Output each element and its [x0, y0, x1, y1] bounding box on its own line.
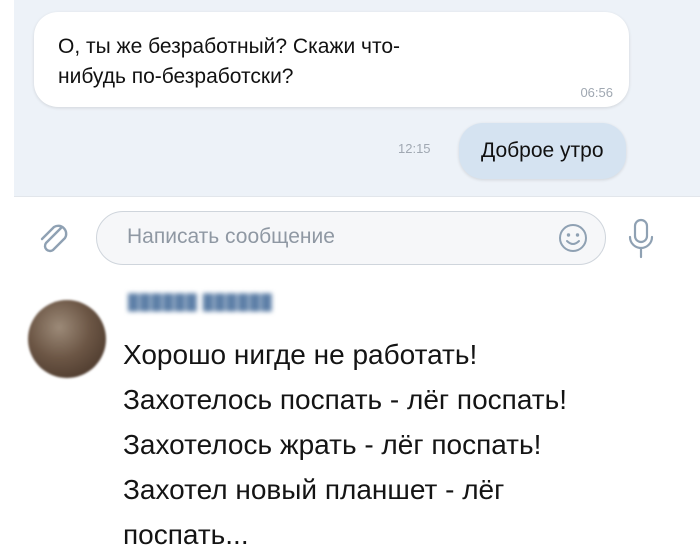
chat-area: О, ты же безработный? Скажи что- нибудь … [14, 0, 700, 196]
incoming-message-text: О, ты же безработный? Скажи что- нибудь … [58, 32, 568, 92]
incoming-message-line: нибудь по-безработски? [58, 65, 294, 88]
incoming-message-time: 06:56 [580, 85, 613, 100]
comment-line: Захотелось поспать - лёг поспать! [123, 384, 567, 415]
paperclip-icon[interactable] [34, 219, 74, 259]
message-input[interactable]: Написать сообщение [96, 211, 606, 265]
comment-line: поспать... [123, 519, 249, 550]
incoming-message[interactable]: О, ты же безработный? Скажи что- нибудь … [34, 12, 629, 107]
outgoing-message[interactable]: Доброе утро [459, 123, 626, 179]
microphone-icon[interactable] [626, 217, 656, 261]
message-input-placeholder: Написать сообщение [127, 225, 335, 248]
smile-icon[interactable] [557, 222, 589, 254]
comment-text: Хорошо нигде не работать! Захотелось пос… [123, 332, 693, 557]
outgoing-message-time: 12:15 [398, 141, 431, 156]
comment-line: Захотел новый планшет - лёг [123, 474, 505, 505]
avatar[interactable] [28, 300, 106, 378]
incoming-message-line: О, ты же безработный? Скажи что- [58, 35, 401, 58]
compose-bar: Написать сообщение [14, 196, 700, 283]
comment-author[interactable]: ██████ ██████ [128, 294, 273, 311]
comment-line: Хорошо нигде не работать! [123, 339, 478, 370]
comment-line: Захотелось жрать - лёг поспать! [123, 429, 542, 460]
outgoing-message-text: Доброе утро [481, 139, 604, 162]
